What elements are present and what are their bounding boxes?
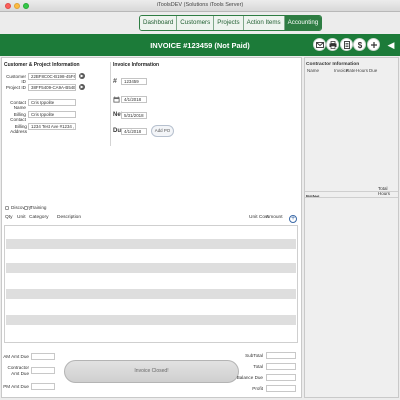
window-titlebar: iToolsDEV (Solutions iTools Server) [0, 0, 400, 12]
email-icon [316, 42, 324, 48]
contractor-amt-due-label-1: Contractor [7, 365, 29, 370]
contractor-title: Contractor Information [306, 62, 360, 67]
pm-amt-due-field[interactable] [31, 383, 55, 390]
balance-due-field [266, 374, 296, 381]
total-field [266, 363, 296, 370]
list-item[interactable] [6, 315, 296, 325]
hash-icon: # [113, 78, 117, 85]
line-items-list[interactable] [4, 225, 298, 343]
training-checkbox[interactable] [24, 206, 28, 210]
balance-due-label: Balance Due [236, 375, 263, 380]
profit-label: Profit [252, 386, 263, 391]
customer-id-field[interactable]: 22BF8C0C-B198-45F6- [28, 73, 76, 80]
total-label: Total [253, 364, 263, 369]
document-button[interactable] [340, 38, 353, 51]
contractor-col-due: Due [369, 68, 378, 73]
invoice-closed-button[interactable]: Invoice Closed! [64, 360, 239, 383]
print-button[interactable] [326, 38, 339, 51]
amount-header: Amount [266, 215, 283, 220]
add-line-item-button[interactable]: + [289, 215, 297, 223]
tab-dashboard[interactable]: Dashboard [140, 16, 178, 30]
qty-header: Qty [5, 215, 13, 220]
training-label: Training [30, 205, 47, 210]
invoice-number-field[interactable]: 123459 [121, 78, 147, 85]
document-icon [344, 41, 350, 49]
description-header: Description [57, 215, 81, 220]
list-item[interactable] [6, 263, 296, 273]
contractor-col-hours: Hours [356, 68, 369, 73]
contractor-panel [304, 57, 399, 398]
payment-button[interactable]: $ [353, 38, 366, 51]
unit-header: Unit [17, 215, 26, 220]
contractor-col-name: Name [307, 68, 320, 73]
collapse-arrow-icon[interactable]: ◀ [386, 40, 396, 50]
customer-id-label: Customer ID [6, 74, 26, 84]
contractor-col-rate: Rate [346, 68, 356, 73]
nav-tabs: Dashboard Customers Projects Action Item… [139, 15, 323, 31]
print-icon [329, 41, 337, 49]
section-divider [110, 62, 111, 146]
billing-contact-field[interactable]: Cris Ippolite [28, 111, 76, 118]
project-id-label: Project ID [5, 85, 26, 90]
contractor-amt-due-field[interactable] [31, 367, 55, 374]
go-project-icon[interactable]: ▶ [79, 84, 85, 90]
go-customer-icon[interactable]: ▶ [79, 73, 85, 79]
subtotal-field [266, 352, 296, 359]
tab-customers[interactable]: Customers [177, 16, 215, 30]
email-button[interactable] [313, 38, 326, 51]
contact-name-field[interactable]: Cris Ippolite [28, 99, 76, 106]
net-date-field[interactable]: 5/31/2018 [121, 112, 147, 119]
pm-amt-due-label: PM Amt Due [3, 384, 29, 389]
billing-address-field[interactable]: 1234 Test Ave #1234 , Los [28, 123, 76, 130]
contractor-amt-due-label-2: Amt Due [11, 371, 29, 376]
contractor-divider [305, 191, 398, 192]
subtotal-label: SubTotal [245, 353, 263, 358]
notes-divider [305, 197, 398, 198]
tab-action-items[interactable]: Action Items [243, 16, 285, 30]
window-title: iToolsDEV (Solutions iTools Server) [156, 2, 244, 8]
project-id-field[interactable]: 38FF5409-CA9A-B54E-B6F9 [28, 84, 76, 91]
dollar-icon: $ [358, 41, 363, 49]
add-button[interactable] [367, 38, 380, 51]
customer-section-title: Customer & Project Information [4, 62, 80, 68]
contact-name-label: Contact Name [10, 100, 26, 110]
app-window: iToolsDEV (Solutions iTools Server) Dash… [0, 0, 400, 400]
profit-field [266, 385, 296, 392]
billing-address-label: Billing Address [10, 124, 27, 134]
svg-text:$: $ [358, 41, 363, 49]
category-header: Category [29, 215, 49, 220]
am-amt-due-label: AM Amt Due [3, 354, 29, 359]
list-item[interactable] [6, 239, 296, 249]
add-icon [371, 42, 377, 48]
list-item[interactable] [6, 289, 296, 299]
discovery-label: Discovery [11, 205, 32, 210]
billing-contact-label: Billing Contact [10, 112, 26, 122]
am-amt-due-field[interactable] [31, 353, 55, 360]
discovery-checkbox[interactable] [5, 206, 9, 210]
due-date-field[interactable]: 4/1/2018 [121, 128, 147, 135]
tab-projects[interactable]: Projects [214, 16, 244, 30]
tab-accounting[interactable]: Accounting [284, 16, 322, 30]
invoice-date-field[interactable]: 4/1/2018 [121, 96, 147, 103]
add-po-button[interactable]: Add PO [151, 125, 174, 137]
invoice-section-title: Invoice Information [113, 62, 160, 68]
calendar-icon [113, 96, 120, 103]
